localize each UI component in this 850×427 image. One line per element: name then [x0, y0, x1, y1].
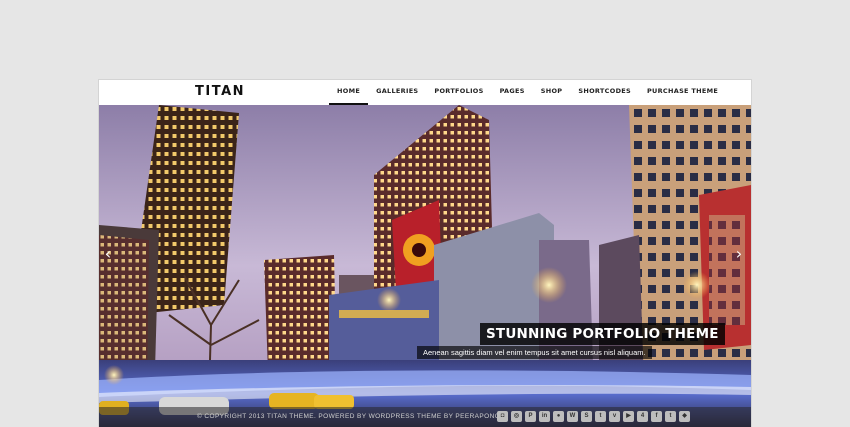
hero-image [99, 105, 751, 427]
dribbble-icon[interactable]: ◎ [511, 411, 522, 422]
slide-subtitle: Aenean sagittis diam vel enim tempus sit… [417, 346, 652, 359]
nav-item-shop[interactable]: SHOP [533, 80, 571, 105]
browser-frame: TITAN HOME GALLERIES PORTFOLIOS PAGES SH… [99, 80, 751, 427]
linkedin-icon[interactable]: in [539, 411, 550, 422]
youtube-icon[interactable]: ▶ [623, 411, 634, 422]
pinterest-icon[interactable]: P [525, 411, 536, 422]
site-logo[interactable]: TITAN [195, 84, 245, 99]
slider-prev-arrow[interactable]: ‹ [102, 245, 114, 263]
slide-title: STUNNING PORTFOLIO THEME [480, 323, 725, 345]
social-icons: ◘ ◎ P in ● W S t v ▶ 4 f t ◆ [497, 411, 690, 422]
twitter-icon[interactable]: t [665, 411, 676, 422]
tumblr-icon[interactable]: t [595, 411, 606, 422]
nav-item-portfolios[interactable]: PORTFOLIOS [426, 80, 491, 105]
slider-next-arrow[interactable]: › [733, 245, 745, 263]
wordpress-icon[interactable]: W [567, 411, 578, 422]
copyright-text: © COPYRIGHT 2013 TITAN THEME. POWERED BY… [197, 413, 501, 420]
vimeo-icon[interactable]: v [609, 411, 620, 422]
hero-slider: ‹ › STUNNING PORTFOLIO THEME Aenean sagi… [99, 105, 751, 427]
main-nav: HOME GALLERIES PORTFOLIOS PAGES SHOP SHO… [329, 80, 726, 105]
instagram-icon[interactable]: ◘ [497, 411, 508, 422]
footer-bar: © COPYRIGHT 2013 TITAN THEME. POWERED BY… [99, 407, 751, 427]
nav-item-home[interactable]: HOME [329, 80, 369, 105]
foursquare-icon[interactable]: 4 [637, 411, 648, 422]
nav-item-pages[interactable]: PAGES [492, 80, 533, 105]
nav-item-purchase-theme[interactable]: PURCHASE THEME [639, 80, 726, 105]
flickr-icon[interactable]: ● [553, 411, 564, 422]
nav-item-shortcodes[interactable]: SHORTCODES [570, 80, 639, 105]
facebook-icon[interactable]: f [651, 411, 662, 422]
nav-item-galleries[interactable]: GALLERIES [368, 80, 426, 105]
skype-icon[interactable]: S [581, 411, 592, 422]
apple-icon[interactable]: ◆ [679, 411, 690, 422]
top-header: TITAN HOME GALLERIES PORTFOLIOS PAGES SH… [99, 80, 751, 105]
